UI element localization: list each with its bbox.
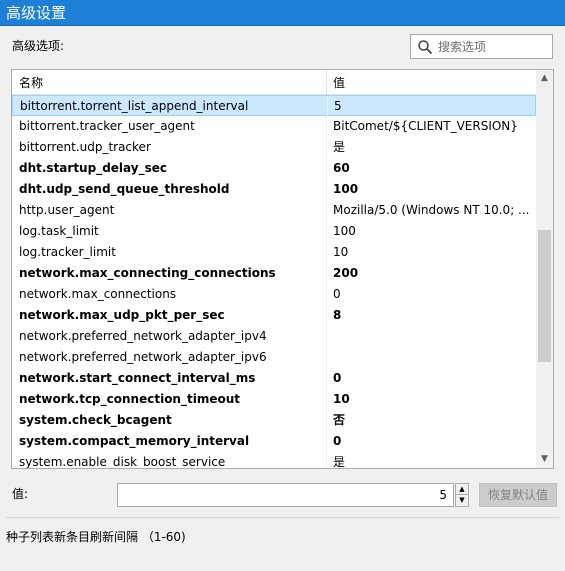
row-divider (326, 242, 327, 263)
scroll-thumb[interactable] (538, 230, 551, 362)
column-divider[interactable] (326, 70, 327, 95)
row-key: network.tcp_connection_timeout (19, 392, 240, 406)
row-key: system.check_bcagent (19, 413, 172, 427)
row-key: network.preferred_network_adapter_ipv6 (19, 350, 267, 364)
window-title: 高级设置 (6, 4, 67, 22)
option-description: 种子列表新条目刷新间隔 （1-60) (6, 530, 186, 544)
row-divider (326, 221, 327, 242)
row-divider (326, 326, 327, 347)
divider (6, 517, 559, 518)
table-row[interactable]: bittorrent.udp_tracker 是 (12, 137, 536, 158)
row-divider (326, 116, 327, 137)
row-value: 是 (333, 455, 346, 469)
table-row[interactable]: log.task_limit 100 (12, 221, 536, 242)
row-divider (326, 452, 327, 468)
table-row[interactable]: bittorrent.torrent_list_append_interval 5 (12, 95, 536, 117)
table-row[interactable]: network.max_connecting_connections 200 (12, 263, 536, 284)
row-divider (326, 410, 327, 431)
options-label: 高级选项: (12, 39, 65, 53)
row-key: network.max_udp_pkt_per_sec (19, 308, 225, 322)
row-divider (326, 347, 327, 368)
table-row[interactable]: dht.startup_delay_sec 60 (12, 158, 536, 179)
row-value: 200 (333, 266, 359, 280)
row-divider (326, 200, 327, 221)
value-label: 值: (12, 487, 29, 501)
row-value: BitComet/${CLIENT_VERSION} (333, 119, 518, 133)
row-divider (326, 179, 327, 200)
list-rows: bittorrent.torrent_list_append_interval 5… (12, 95, 536, 469)
row-value: 否 (333, 413, 346, 427)
row-key: network.max_connecting_connections (19, 266, 276, 280)
row-key: dht.startup_delay_sec (19, 161, 167, 175)
row-divider (326, 263, 327, 284)
row-key: bittorrent.torrent_list_append_interval (20, 99, 249, 113)
row-key: network.start_connect_interval_ms (19, 371, 256, 385)
row-key: system.compact_memory_interval (19, 434, 250, 448)
column-header-value[interactable]: 值 (333, 75, 345, 91)
restore-default-button[interactable]: 恢复默认值 (479, 483, 557, 507)
row-value: 0 (333, 371, 342, 385)
row-divider (326, 431, 327, 452)
table-row[interactable]: log.tracker_limit 10 (12, 242, 536, 263)
vertical-scrollbar[interactable]: ▲ ▼ (536, 70, 553, 468)
row-value: 8 (333, 308, 342, 322)
row-key: network.preferred_network_adapter_ipv4 (19, 329, 267, 343)
row-value: 60 (333, 161, 350, 175)
column-header-name[interactable]: 名称 (19, 75, 43, 91)
row-key: network.max_connections (19, 287, 177, 301)
table-row[interactable]: system.check_bcagent 否 (12, 410, 536, 431)
search-placeholder[interactable]: 搜索选项 (438, 39, 486, 55)
row-divider (326, 389, 327, 410)
table-row[interactable]: dht.udp_send_queue_threshold 100 (12, 179, 536, 200)
table-row[interactable]: network.tcp_connection_timeout 10 (12, 389, 536, 410)
row-divider (327, 96, 328, 117)
spin-up-icon[interactable]: ▲ (456, 484, 468, 495)
row-value: 100 (333, 224, 356, 238)
table-row[interactable]: system.enable_disk_boost_service 是 (12, 452, 536, 469)
row-divider (326, 368, 327, 389)
row-key: log.task_limit (19, 224, 99, 238)
row-divider (326, 158, 327, 179)
table-row[interactable]: system.compact_memory_interval 0 (12, 431, 536, 452)
row-divider (326, 284, 327, 305)
row-key: log.tracker_limit (19, 245, 116, 259)
table-row[interactable]: network.start_connect_interval_ms 0 (12, 368, 536, 389)
scroll-down-icon[interactable]: ▼ (536, 451, 553, 468)
row-divider (326, 305, 327, 326)
row-value: 0 (333, 287, 341, 301)
row-value: 5 (334, 99, 342, 113)
table-row[interactable]: network.max_udp_pkt_per_sec 8 (12, 305, 536, 326)
list-header: 名称 值 (12, 70, 536, 95)
search-icon (418, 40, 433, 55)
row-value: Mozilla/5.0 (Windows NT 10.0; ... (333, 203, 530, 217)
row-value: 10 (333, 392, 350, 406)
row-key: http.user_agent (19, 203, 115, 217)
row-value: 是 (333, 140, 346, 154)
table-row[interactable]: network.preferred_network_adapter_ipv4 (12, 326, 536, 347)
value-input-text[interactable]: 5 (439, 487, 447, 503)
value-spinner[interactable]: ▲ ▼ (455, 483, 469, 507)
title-bar: 高级设置 (0, 0, 565, 26)
row-divider (326, 137, 327, 158)
row-key: bittorrent.tracker_user_agent (19, 119, 195, 133)
scroll-up-icon[interactable]: ▲ (536, 70, 553, 87)
row-value: 0 (333, 434, 342, 448)
row-key: dht.udp_send_queue_threshold (19, 182, 230, 196)
row-key: bittorrent.udp_tracker (19, 140, 151, 154)
value-input[interactable]: 5 (117, 483, 454, 507)
table-row[interactable]: http.user_agent Mozilla/5.0 (Windows NT 1… (12, 200, 536, 221)
table-row[interactable]: bittorrent.tracker_user_agent BitComet/${… (12, 116, 536, 137)
table-row[interactable]: network.max_connections 0 (12, 284, 536, 305)
spin-down-icon[interactable]: ▼ (456, 495, 468, 506)
options-list[interactable]: 名称 值 bittorrent.torrent_list_append_inte… (11, 69, 554, 469)
row-value: 100 (333, 182, 359, 196)
search-box[interactable]: 搜索选项 (410, 34, 553, 59)
table-row[interactable]: network.preferred_network_adapter_ipv6 (12, 347, 536, 368)
row-key: system.enable_disk_boost_service (19, 455, 226, 469)
row-value: 10 (333, 245, 349, 259)
